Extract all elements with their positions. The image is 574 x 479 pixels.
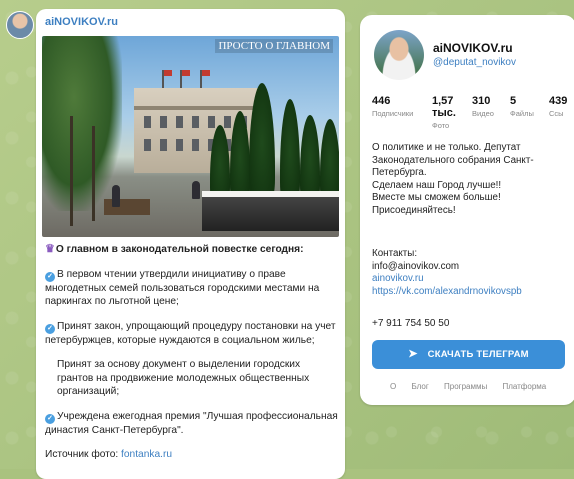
footer-link-platform[interactable]: Платформа: [502, 382, 546, 391]
contact-email: info@ainovikov.com: [372, 260, 460, 272]
post-item: ✓ Учреждена ежегодная премия "Лучшая проф…: [45, 410, 338, 436]
contact-phone: +7 911 754 50 50: [372, 318, 450, 329]
footer-link-about[interactable]: О: [390, 382, 396, 391]
post-channel-name[interactable]: aiNOVIKOV.ru: [45, 16, 118, 28]
post-heading: ♛О главном в законодательной повестке се…: [45, 243, 304, 255]
channel-handle[interactable]: @deputat_novikov: [433, 57, 516, 68]
post-item: Принят за основу документ о выделении го…: [57, 359, 310, 397]
source-link[interactable]: fontanka.ru: [121, 449, 172, 460]
post-item: ✓ В первом чтении утвердили инициативу о …: [45, 268, 320, 307]
channel-post: aiNOVIKOV.ru ПРОСТО О ГЛАВНОМ ♛О главном…: [36, 9, 345, 479]
crown-icon: ♛: [45, 243, 55, 255]
footer-links: О Блог Программы Платформа: [390, 382, 559, 391]
photo-bench: [104, 199, 150, 215]
contacts-label: Контакты:: [372, 248, 418, 259]
photo-caption: ПРОСТО О ГЛАВНОМ: [215, 39, 333, 53]
check-icon: ✓: [45, 413, 55, 424]
stat-subscribers[interactable]: 446 Подписчики: [372, 95, 413, 119]
stat-photos[interactable]: 1,57 тыс. Фото: [432, 95, 468, 131]
stat-links[interactable]: 439 Ссы: [549, 95, 567, 119]
check-icon: ✓: [45, 323, 55, 334]
footer-link-programs[interactable]: Программы: [444, 382, 487, 391]
check-icon: ✓: [45, 271, 55, 282]
channel-description: О политике и не только. Депутат Законода…: [372, 142, 534, 216]
post-source: Источник фото: fontanka.ru: [45, 449, 173, 460]
post-photo[interactable]: ПРОСТО О ГЛАВНОМ: [42, 36, 339, 237]
telegram-plane-icon: ➤: [408, 348, 418, 360]
photo-tree: [42, 36, 122, 211]
channel-contacts: Контакты: info@ainovikov.com ainovikov.r…: [372, 248, 568, 298]
contact-vk-link[interactable]: https://vk.com/alexandrnovikovspb: [372, 286, 568, 299]
channel-avatar-small[interactable]: [6, 11, 34, 39]
channel-avatar[interactable]: [374, 30, 424, 80]
post-text: ♛О главном в законодательной повестке се…: [45, 243, 339, 473]
channel-name: aiNOVIKOV.ru: [433, 41, 513, 55]
channel-info-panel: aiNOVIKOV.ru @deputat_novikov 446 Подпис…: [360, 15, 574, 405]
contact-site-link[interactable]: ainovikov.ru: [372, 273, 568, 286]
channel-stats: 446 Подписчики 1,57 тыс. Фото 310 Видео …: [372, 95, 574, 135]
stat-files[interactable]: 5 Файлы: [510, 95, 534, 119]
stat-videos[interactable]: 310 Видео: [472, 95, 494, 119]
post-item: ✓ Принят закон, упрощающий процедуру пост…: [45, 320, 336, 346]
download-telegram-button[interactable]: ➤ СКАЧАТЬ ТЕЛЕГРАМ: [372, 340, 565, 369]
footer-link-blog[interactable]: Блог: [411, 382, 428, 391]
